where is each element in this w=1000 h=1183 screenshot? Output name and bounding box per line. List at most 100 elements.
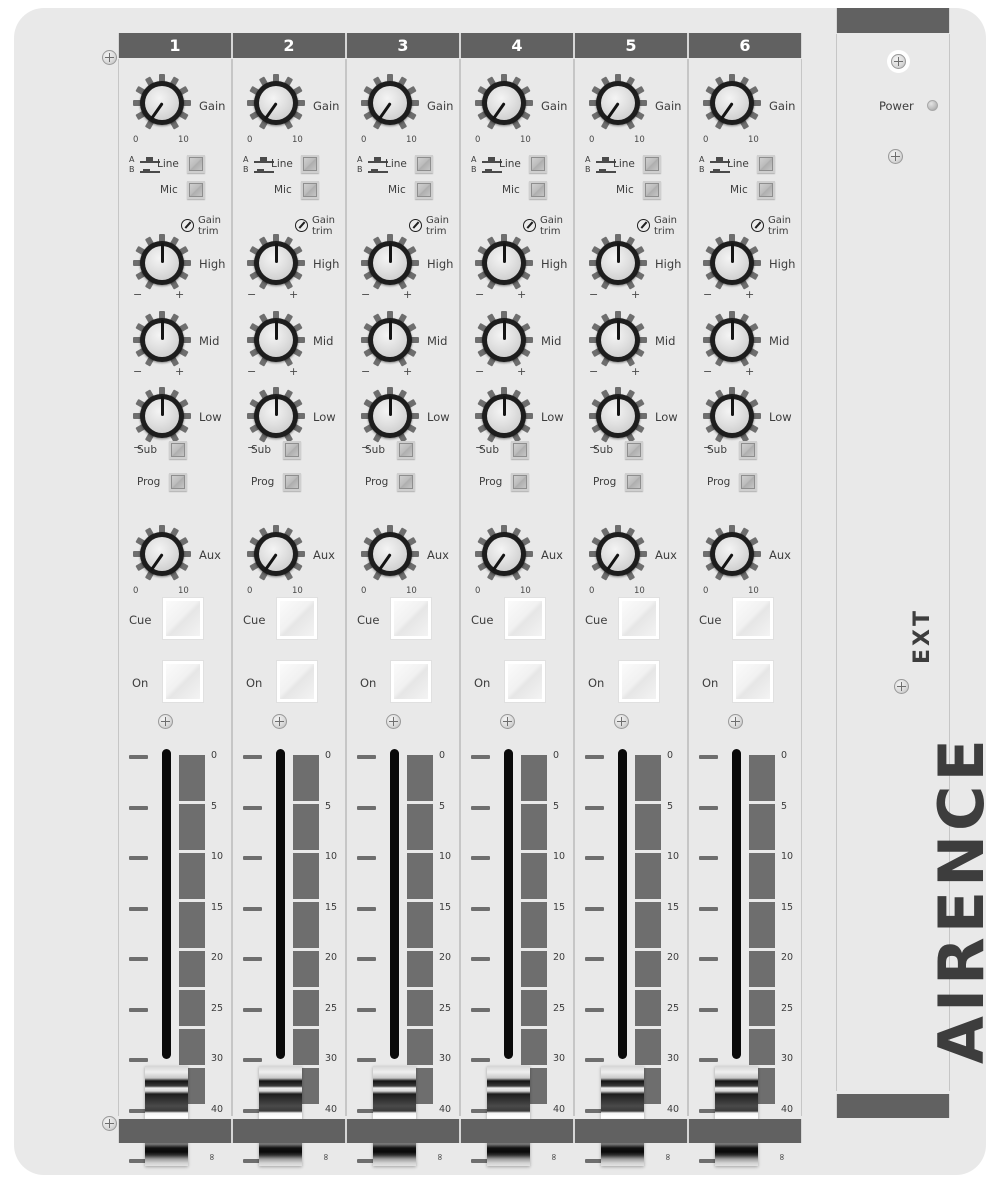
eq-high-knob-3[interactable] — [361, 234, 419, 292]
eq-mid-knob-6[interactable] — [703, 311, 761, 369]
cue-button-4[interactable] — [505, 598, 545, 639]
eq-mid-knob-4[interactable] — [475, 311, 533, 369]
bus-sub-button-1[interactable] — [169, 441, 187, 459]
line-button-5[interactable] — [643, 155, 661, 173]
bus-prog-label-1: Prog — [137, 476, 161, 488]
gain-knob-1[interactable] — [133, 74, 191, 132]
fader-track-1 — [162, 749, 171, 1059]
gain-trim-knob-1[interactable] — [181, 219, 194, 232]
eq-low-knob-6[interactable] — [703, 387, 761, 445]
cue-button-5[interactable] — [619, 598, 659, 639]
line-button-4[interactable] — [529, 155, 547, 173]
on-button-2[interactable] — [277, 661, 317, 702]
on-button-1[interactable] — [163, 661, 203, 702]
eq-mid-label-4: Mid — [541, 334, 562, 348]
line-button-3[interactable] — [415, 155, 433, 173]
fader-tick-2-4 — [243, 957, 262, 961]
mic-button-2[interactable] — [301, 181, 319, 199]
aux-knob-2[interactable] — [247, 525, 305, 583]
bus-sub-button-6[interactable] — [739, 441, 757, 459]
gain-trim-knob-5[interactable] — [637, 219, 650, 232]
aux-max-1: 10 — [178, 586, 189, 596]
aux-knob-1[interactable] — [133, 525, 191, 583]
bus-prog-button-2[interactable] — [283, 473, 301, 491]
channel-header-6[interactable]: 6 — [688, 33, 802, 58]
gain-trim-knob-6[interactable] — [751, 219, 764, 232]
on-button-3[interactable] — [391, 661, 431, 702]
cue-button-2[interactable] — [277, 598, 317, 639]
gain-knob-2[interactable] — [247, 74, 305, 132]
eq-mid-max-3: + — [403, 365, 413, 378]
gain-trim-knob-2[interactable] — [295, 219, 308, 232]
fader-scale-2-1: 5 — [325, 800, 332, 812]
eq-low-knob-1[interactable] — [133, 387, 191, 445]
bus-prog-button-4[interactable] — [511, 473, 529, 491]
channel-header-1[interactable]: 1 — [118, 33, 232, 58]
channel-header-2[interactable]: 2 — [232, 33, 346, 58]
eq-mid-max-4: + — [517, 365, 527, 378]
fader-cap-6[interactable] — [715, 1066, 758, 1166]
eq-high-knob-6[interactable] — [703, 234, 761, 292]
fader-tick-2-2 — [243, 856, 262, 860]
bus-sub-button-4[interactable] — [511, 441, 529, 459]
gain-trim-knob-4[interactable] — [523, 219, 536, 232]
on-button-4[interactable] — [505, 661, 545, 702]
fader-cap-4[interactable] — [487, 1066, 530, 1166]
on-button-6[interactable] — [733, 661, 773, 702]
mic-button-1[interactable] — [187, 181, 205, 199]
aux-knob-5[interactable] — [589, 525, 647, 583]
eq-low-knob-4[interactable] — [475, 387, 533, 445]
mic-button-6[interactable] — [757, 181, 775, 199]
gain-trim-knob-3[interactable] — [409, 219, 422, 232]
eq-mid-label-3: Mid — [427, 334, 448, 348]
channel-header-3[interactable]: 3 — [346, 33, 460, 58]
bus-prog-button-3[interactable] — [397, 473, 415, 491]
bus-prog-button-1[interactable] — [169, 473, 187, 491]
eq-high-knob-2[interactable] — [247, 234, 305, 292]
aux-label-2: Aux — [313, 548, 335, 562]
eq-mid-knob-2[interactable] — [247, 311, 305, 369]
fader-track-6 — [732, 749, 741, 1059]
eq-low-knob-3[interactable] — [361, 387, 419, 445]
bus-prog-button-5[interactable] — [625, 473, 643, 491]
gain-knob-6[interactable] — [703, 74, 761, 132]
eq-mid-max-2: + — [289, 365, 299, 378]
eq-low-knob-5[interactable] — [589, 387, 647, 445]
bus-sub-button-3[interactable] — [397, 441, 415, 459]
eq-high-knob-1[interactable] — [133, 234, 191, 292]
eq-high-knob-5[interactable] — [589, 234, 647, 292]
aux-knob-4[interactable] — [475, 525, 533, 583]
gain-knob-3[interactable] — [361, 74, 419, 132]
aux-knob-6[interactable] — [703, 525, 761, 583]
eq-mid-knob-1[interactable] — [133, 311, 191, 369]
mic-button-5[interactable] — [643, 181, 661, 199]
cue-button-6[interactable] — [733, 598, 773, 639]
eq-mid-knob-3[interactable] — [361, 311, 419, 369]
line-button-6[interactable] — [757, 155, 775, 173]
fader-cap-5[interactable] — [601, 1066, 644, 1166]
mic-button-3[interactable] — [415, 181, 433, 199]
channel-header-4[interactable]: 4 — [460, 33, 574, 58]
on-button-5[interactable] — [619, 661, 659, 702]
fader-cap-1[interactable] — [145, 1066, 188, 1166]
mic-button-4[interactable] — [529, 181, 547, 199]
bus-prog-button-6[interactable] — [739, 473, 757, 491]
cue-button-1[interactable] — [163, 598, 203, 639]
gain-knob-4[interactable] — [475, 74, 533, 132]
bus-sub-button-5[interactable] — [625, 441, 643, 459]
line-button-1[interactable] — [187, 155, 205, 173]
fader-cap-3[interactable] — [373, 1066, 416, 1166]
eq-low-knob-2[interactable] — [247, 387, 305, 445]
line-button-2[interactable] — [301, 155, 319, 173]
eq-mid-knob-5[interactable] — [589, 311, 647, 369]
fader-cap-2[interactable] — [259, 1066, 302, 1166]
channel-header-5[interactable]: 5 — [574, 33, 688, 58]
bus-sub-button-2[interactable] — [283, 441, 301, 459]
cue-button-3[interactable] — [391, 598, 431, 639]
gain-knob-5[interactable] — [589, 74, 647, 132]
eq-mid-knob-3-pointer — [388, 320, 392, 340]
eq-high-knob-4[interactable] — [475, 234, 533, 292]
aux-knob-3[interactable] — [361, 525, 419, 583]
fader-tick-3-2 — [357, 856, 376, 860]
cue-label-5: Cue — [585, 613, 608, 627]
